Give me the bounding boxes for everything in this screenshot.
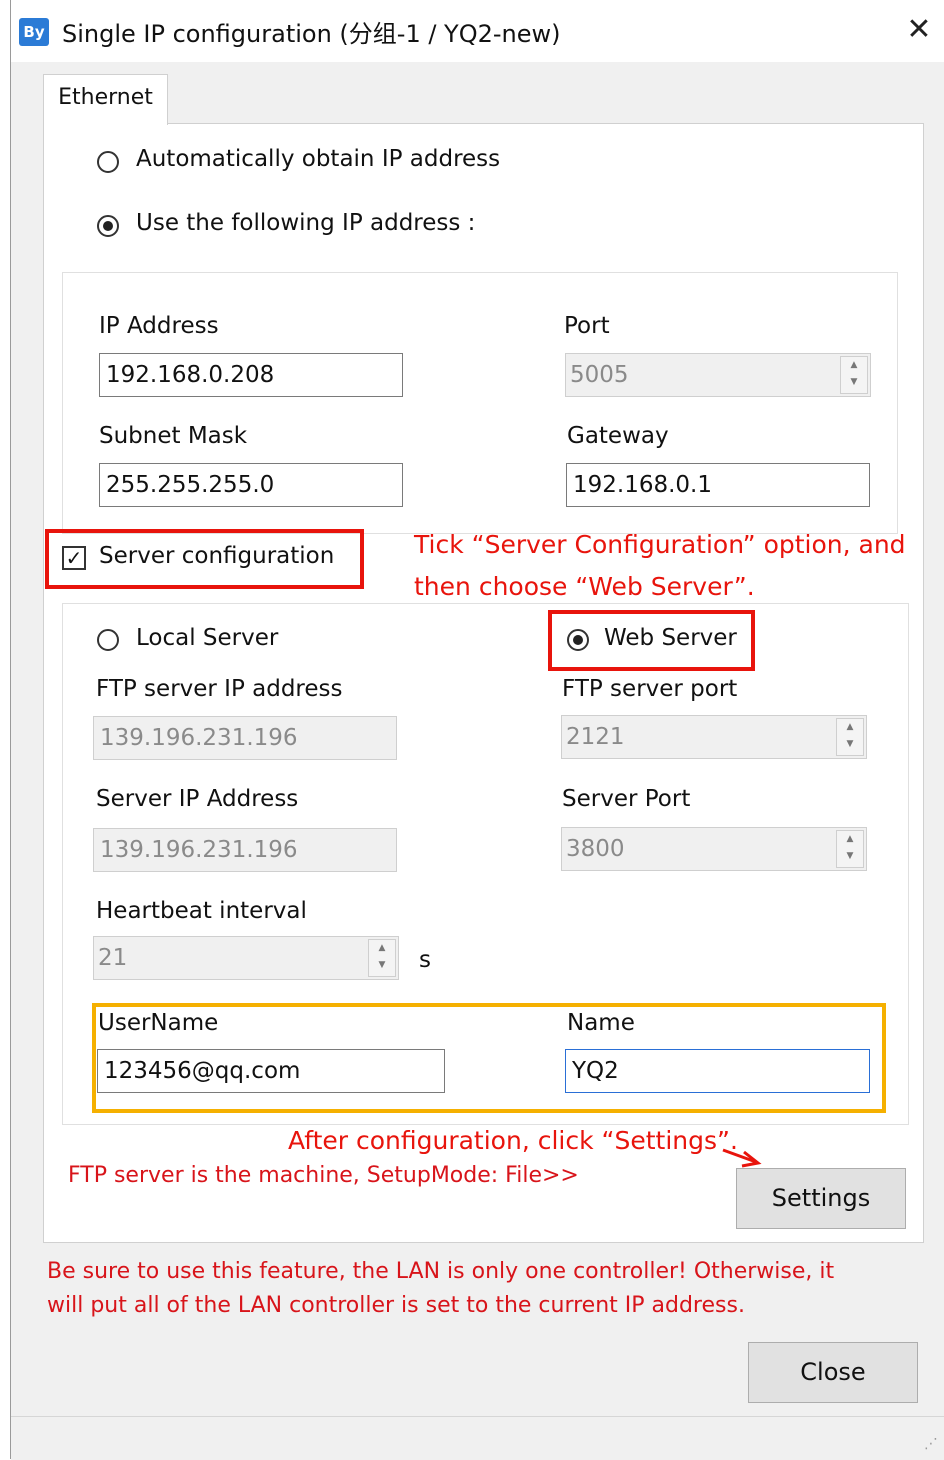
tick-annotation-line1: Tick “Server Configuration” option, and xyxy=(414,530,906,559)
port-value: 5005 xyxy=(570,362,629,388)
port-field[interactable]: 5005 ▲ ▼ xyxy=(565,353,871,397)
annotation-arrow-icon xyxy=(722,1148,762,1168)
server-port-label: Server Port xyxy=(562,786,691,812)
ip-address-field[interactable]: 192.168.0.208 xyxy=(99,353,403,397)
heartbeat-unit: s xyxy=(419,947,431,973)
ftp-port-value: 2121 xyxy=(566,724,625,750)
warning-line-1: Be sure to use this feature, the LAN is … xyxy=(47,1259,835,1284)
subnet-mask-label: Subnet Mask xyxy=(99,423,248,449)
auto-ip-radio[interactable] xyxy=(97,151,119,173)
manual-ip-label[interactable]: Use the following IP address : xyxy=(136,210,475,236)
close-icon[interactable]: ✕ xyxy=(902,12,936,48)
port-spinner[interactable]: ▲ ▼ xyxy=(840,356,868,394)
ftp-ip-field[interactable]: 139.196.231.196 xyxy=(93,716,397,760)
tick-annotation-line2: then choose “Web Server”. xyxy=(414,572,755,601)
resize-grip-icon[interactable]: ⋰ xyxy=(924,1436,938,1452)
gateway-field[interactable]: 192.168.0.1 xyxy=(566,463,870,507)
name-label: Name xyxy=(567,1010,635,1036)
window-title: Single IP configuration (分组-1 / YQ2-new) xyxy=(62,20,561,48)
server-config-checkbox[interactable]: ✓ xyxy=(62,546,86,570)
ftp-ip-label: FTP server IP address xyxy=(96,676,343,702)
gateway-label: Gateway xyxy=(567,423,669,449)
web-server-radio[interactable] xyxy=(567,629,589,651)
heartbeat-label: Heartbeat interval xyxy=(96,898,307,924)
warning-line-2: will put all of the LAN controller is se… xyxy=(47,1293,745,1318)
server-ip-label: Server IP Address xyxy=(96,786,299,812)
ftp-port-label: FTP server port xyxy=(562,676,738,702)
subnet-mask-field[interactable]: 255.255.255.0 xyxy=(99,463,403,507)
port-label: Port xyxy=(564,313,610,339)
manual-ip-radio[interactable] xyxy=(97,215,119,237)
settings-annotation: After configuration, click “Settings”. xyxy=(288,1126,738,1155)
settings-button[interactable]: Settings xyxy=(736,1168,906,1229)
name-field[interactable]: YQ2 xyxy=(565,1049,870,1093)
server-port-value: 3800 xyxy=(566,836,625,862)
heartbeat-field[interactable]: 21 ▲ ▼ xyxy=(93,936,399,980)
tab-ethernet[interactable]: Ethernet xyxy=(43,74,168,125)
close-button[interactable]: Close xyxy=(748,1342,918,1403)
local-server-radio[interactable] xyxy=(97,629,119,651)
ftp-note: FTP server is the machine, SetupMode: Fi… xyxy=(68,1163,579,1188)
heartbeat-spinner[interactable]: ▲ ▼ xyxy=(368,939,396,977)
server-port-spinner[interactable]: ▲ ▼ xyxy=(836,830,864,868)
auto-ip-label[interactable]: Automatically obtain IP address xyxy=(136,146,500,172)
username-label: UserName xyxy=(98,1010,219,1036)
server-config-label[interactable]: Server configuration xyxy=(99,543,334,569)
status-bar xyxy=(11,1416,944,1460)
ip-address-label: IP Address xyxy=(99,313,219,339)
local-server-label[interactable]: Local Server xyxy=(136,625,278,651)
ftp-port-spinner[interactable]: ▲ ▼ xyxy=(836,718,864,756)
server-ip-field[interactable]: 139.196.231.196 xyxy=(93,828,397,872)
window-left-edge xyxy=(0,0,11,1459)
server-port-field[interactable]: 3800 ▲ ▼ xyxy=(561,827,867,871)
app-icon: By xyxy=(19,18,49,46)
ftp-port-field[interactable]: 2121 ▲ ▼ xyxy=(561,715,867,759)
username-field[interactable]: 123456@qq.com xyxy=(97,1049,445,1093)
heartbeat-value: 21 xyxy=(98,945,128,971)
web-server-label[interactable]: Web Server xyxy=(604,625,737,651)
